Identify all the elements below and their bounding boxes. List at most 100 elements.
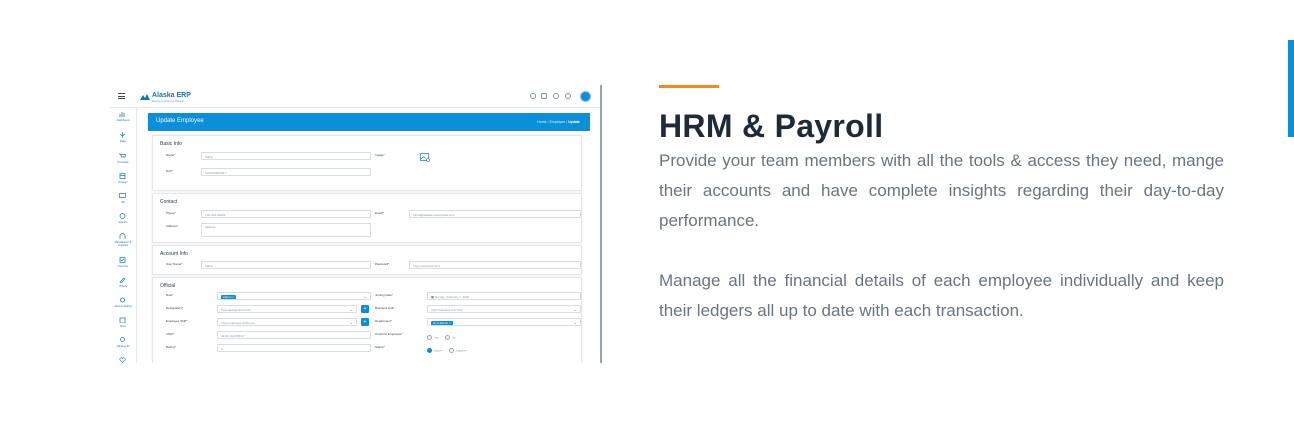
section-title: Contact bbox=[160, 199, 178, 205]
sidebar-item-sales[interactable]: Sales bbox=[110, 132, 136, 152]
add-shift-button[interactable]: + bbox=[361, 318, 369, 326]
pen-icon bbox=[119, 132, 126, 138]
sidebar-item-label: Inventory bbox=[117, 265, 129, 268]
rating-field[interactable]: 4 bbox=[217, 344, 371, 352]
email-label: Email* bbox=[375, 211, 384, 215]
status-label: Status* bbox=[375, 345, 385, 349]
business-unit-label: Business Unit* bbox=[375, 306, 395, 310]
phone-field[interactable]: +92-323-33423 bbox=[201, 210, 371, 218]
designation-select[interactable]: Type designation here ⌄ bbox=[217, 305, 357, 313]
scroll-indicator-bar bbox=[1288, 40, 1294, 137]
sidebar-item-label: Product bbox=[118, 181, 128, 184]
section-title: Official bbox=[160, 283, 176, 289]
sidebar-item-more[interactable] bbox=[110, 357, 136, 363]
role-select[interactable]: Admin × ⌄ bbox=[217, 292, 371, 300]
brand-tagline: Enterprise Resource Planner bbox=[152, 100, 185, 103]
menu-icon[interactable] bbox=[118, 93, 125, 99]
chart-icon bbox=[119, 213, 126, 219]
gear-icon bbox=[120, 297, 125, 303]
section-paragraph-1: Provide your team members with all the t… bbox=[659, 151, 1224, 230]
name-field[interactable]: Zahra bbox=[201, 152, 371, 160]
sidebar-item-service-setting[interactable]: Service Setting bbox=[110, 297, 136, 317]
idea-icon bbox=[120, 337, 125, 342]
sidebar-item-label: Dashboard bbox=[116, 119, 130, 122]
sidebar-item-store[interactable]: Store bbox=[110, 317, 136, 337]
settings-icon[interactable] bbox=[553, 93, 559, 99]
username-label: User Name* bbox=[166, 262, 183, 266]
password-field[interactable]: Type password here bbox=[409, 261, 581, 269]
address-field[interactable]: address bbox=[201, 223, 371, 237]
sidebar-item-dashboard[interactable]: Dashboard bbox=[110, 111, 136, 131]
chevron-down-icon: ⌄ bbox=[573, 307, 577, 312]
cnic-label: CNIC* bbox=[166, 332, 175, 336]
add-designation-button[interactable]: + bbox=[361, 305, 369, 313]
status-active-radio[interactable]: Active bbox=[427, 348, 442, 353]
joining-date-label: Joining Date* bbox=[375, 293, 393, 297]
phone-label: Phone* bbox=[166, 211, 176, 215]
heart-icon bbox=[119, 357, 126, 363]
password-label: Password* bbox=[375, 262, 390, 266]
image-label: Image* bbox=[375, 153, 385, 157]
breadcrumb-parent[interactable]: Employee bbox=[550, 120, 566, 124]
business-unit-select[interactable]: Type business unit here ⌄ bbox=[427, 305, 581, 313]
factory-icon bbox=[119, 233, 126, 239]
rating-label: Rating* bbox=[166, 345, 176, 349]
chevron-down-icon: ⌄ bbox=[349, 307, 353, 312]
sidebar-item-product[interactable]: Product bbox=[110, 173, 136, 193]
moon-icon[interactable] bbox=[565, 93, 571, 99]
joining-date-field[interactable]: ▦ Sunday, February 2, 2020 bbox=[427, 292, 581, 300]
people-icon bbox=[119, 193, 126, 198]
employee-shift-select[interactable]: Type employee shift here ⌄ bbox=[217, 318, 357, 326]
page-title: Update Employee bbox=[156, 118, 204, 124]
sidebar-item-label: Reports bbox=[118, 221, 128, 224]
sidebar-item-label: Others bbox=[119, 285, 127, 288]
sidebar-item-others[interactable]: Others bbox=[110, 277, 136, 297]
tag-icon bbox=[119, 277, 126, 283]
clipboard-icon bbox=[119, 257, 126, 263]
sidebar-item-hr[interactable]: HR bbox=[110, 193, 136, 213]
refresh-icon[interactable] bbox=[530, 93, 536, 99]
basic-info-card: Basic Info Name* Zahra Image* Dob* 10/07… bbox=[152, 135, 582, 191]
avatar[interactable] bbox=[580, 91, 591, 102]
sidebar-item-label: Service Setting bbox=[114, 305, 132, 308]
sidebar-item-manufacture[interactable]: Manufacture & Logistics bbox=[110, 233, 136, 253]
department-select[interactable]: Hr & Admin × ⌄ bbox=[427, 318, 581, 326]
breadcrumb-current: Update bbox=[568, 120, 580, 124]
box-icon bbox=[119, 173, 126, 179]
overtime-label: Overtime Employee* bbox=[375, 332, 403, 336]
sidebar-item-reports[interactable]: Reports bbox=[110, 213, 136, 233]
overtime-yes-radio[interactable]: Yes bbox=[427, 335, 439, 340]
role-chip: Admin × bbox=[221, 295, 237, 299]
account-info-card: Account Info User Name* Zahra Password* … bbox=[152, 245, 582, 275]
contact-card: Contact Phone* +92-323-33423 Email* zahr… bbox=[152, 193, 582, 243]
breadcrumb-home[interactable]: Home bbox=[537, 120, 546, 124]
overtime-no-radio[interactable]: No bbox=[445, 335, 456, 340]
section-paragraph-2: Manage all the financial details of each… bbox=[659, 271, 1224, 320]
name-label: Name* bbox=[166, 153, 176, 157]
sidebar-item-purchase[interactable]: Purchase bbox=[110, 153, 136, 173]
dob-label: Dob* bbox=[166, 169, 173, 173]
section-title: Basic Info bbox=[160, 141, 182, 147]
breadcrumb: Home / Employee / Update bbox=[537, 120, 580, 124]
chevron-down-icon: ⌄ bbox=[363, 294, 367, 299]
employee-shift-label: Employee Shift* bbox=[166, 319, 188, 323]
monitor-icon[interactable] bbox=[541, 93, 547, 99]
sidebar-item-label: Store bbox=[119, 325, 127, 328]
sidebar-item-label: Purchase bbox=[117, 161, 129, 164]
status-inactive-radio[interactable]: Inactive bbox=[449, 348, 466, 353]
email-field[interactable]: zahra@alaska-enterprises.com bbox=[409, 210, 581, 218]
heading-accent-bar bbox=[659, 85, 719, 88]
address-label: Address* bbox=[166, 224, 179, 228]
sidebar-item-label: Sales bbox=[119, 140, 127, 143]
page-banner: Update Employee Home / Employee / Update bbox=[148, 113, 590, 131]
sidebar-item-manage-id[interactable]: Manage ID bbox=[110, 337, 136, 357]
image-upload-icon[interactable] bbox=[420, 153, 430, 162]
breadcrumb-separator: / bbox=[566, 120, 568, 124]
cart-icon bbox=[119, 153, 126, 158]
username-field[interactable]: Zahra bbox=[201, 261, 371, 269]
sidebar-item-label: Manufacture & Logistics bbox=[114, 241, 132, 247]
app-header: Alaska ERP Enterprise Resource Planner bbox=[110, 85, 600, 108]
cnic-field[interactable]: 42101-4421563-7 bbox=[217, 331, 371, 339]
sidebar-item-inventory[interactable]: Inventory bbox=[110, 257, 136, 277]
dob-field[interactable]: 10/07/2003/03-7 bbox=[201, 168, 371, 176]
